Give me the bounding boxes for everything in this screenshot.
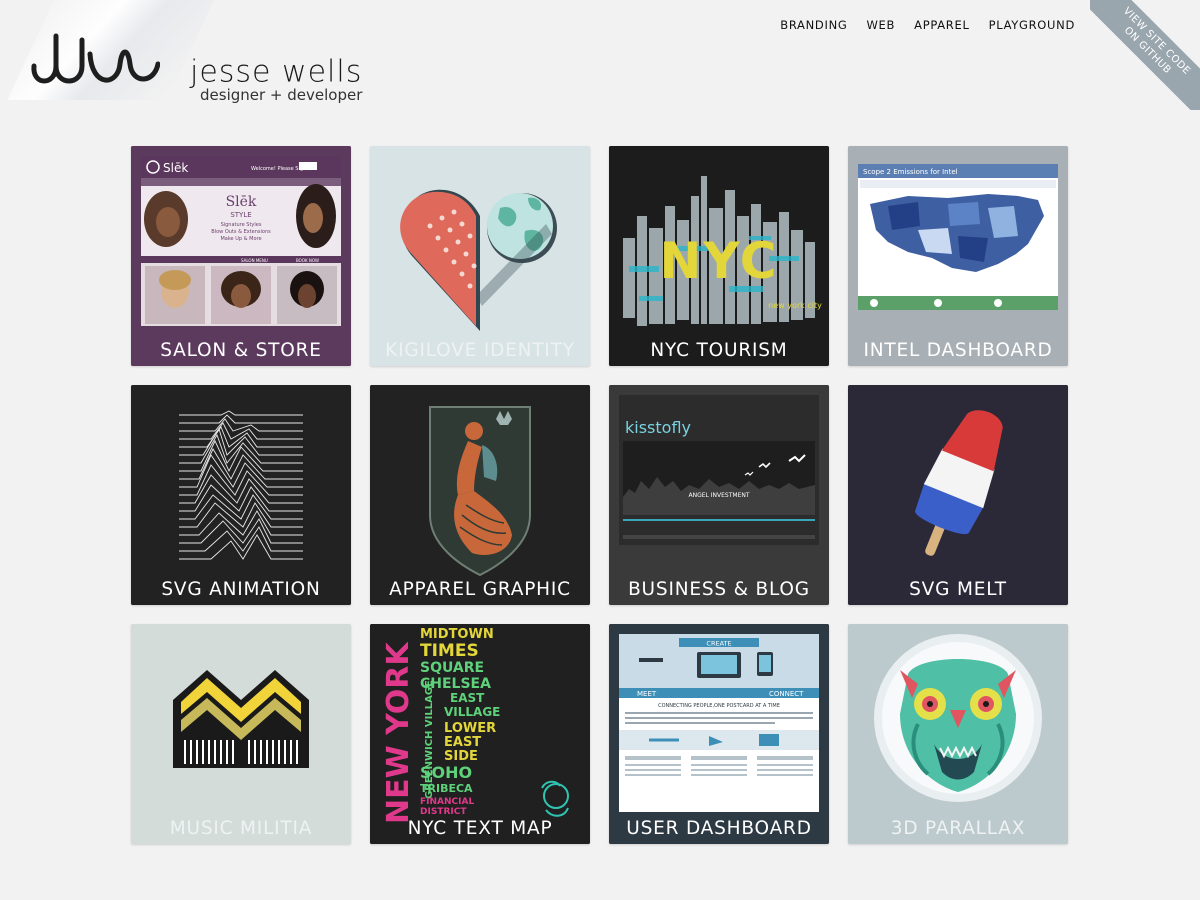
intel-thumbnail: Scope 2 Emissions for Intel [848, 146, 1068, 366]
tile-intel-dashboard[interactable]: Scope 2 Emissions for Intel INTEL DASHBO… [848, 146, 1068, 366]
github-ribbon-line2: ON GITHUB [1121, 24, 1174, 77]
tile-business-blog[interactable]: kisstofly ANGEL INVESTMENT BUSINESS & BL… [609, 385, 829, 605]
tile-apparel-graphic[interactable]: APPAREL GRAPHIC [370, 385, 590, 605]
tile-label: APPAREL GRAPHIC [389, 579, 571, 600]
svg-melt-thumbnail [848, 385, 1068, 605]
nav-link-apparel[interactable]: APPAREL [914, 18, 969, 32]
textmap-word-11: TRIBECA [420, 782, 473, 795]
main-nav: BRANDING WEB APPAREL PLAYGROUND [780, 18, 1075, 32]
tile-svg-melt[interactable]: SVG MELT [848, 385, 1068, 605]
tile-label: SVG MELT [909, 579, 1007, 600]
tile-label: SVG ANIMATION [161, 579, 321, 600]
tile-svg-animation[interactable]: SVG ANIMATION [131, 385, 351, 605]
nav-link-web[interactable]: WEB [866, 18, 895, 32]
salon-line-2: Blow Outs & Extensions [211, 229, 271, 235]
textmap-word-4: CHELSEA [420, 676, 491, 692]
salon-line-3: Make Up & More [220, 236, 261, 242]
nyc-thumbnail: NYC new york city [609, 146, 829, 366]
github-ribbon[interactable]: VIEW SITE CODE ON GITHUB [1090, 0, 1200, 110]
apparel-thumbnail [370, 385, 590, 605]
salon-thumbnail: Slēk Welcome! Please Sign In Slēk STYLE … [131, 146, 351, 366]
github-ribbon-banner[interactable]: VIEW SITE CODE ON GITHUB [1090, 0, 1200, 110]
textmap-word-5: EAST [450, 691, 485, 705]
music-militia-thumbnail [131, 624, 351, 844]
brand-name: jesse wells [190, 54, 363, 90]
nav-link-branding[interactable]: BRANDING [780, 18, 847, 32]
textmap-word-2: TIMES [420, 641, 479, 661]
tile-kigilove-identity[interactable]: KIGILOVE IDENTITY [370, 146, 590, 366]
salon-style-title: Slēk [226, 194, 257, 210]
tile-label: SALON & STORE [160, 340, 322, 361]
logo-mark-icon [31, 33, 160, 84]
dashboard-headline: CONNECTING PEOPLE,ONE POSTCARD AT A TIME [658, 703, 780, 709]
dashboard-create: CREATE [706, 640, 731, 648]
tile-label: KIGILOVE IDENTITY [385, 340, 575, 361]
tile-salon-store[interactable]: Slēk Welcome! Please Sign In Slēk STYLE … [131, 146, 351, 366]
user-dashboard-thumbnail: CREATE MEET CONNECT CONNECTING PEOPLE,ON… [609, 624, 829, 844]
salon-line-1: Signature Styles [221, 222, 262, 228]
tile-music-militia[interactable]: MUSIC MILITIA [131, 624, 351, 844]
site-logo[interactable]: jesse wells designer + developer [30, 28, 363, 108]
textmap-word-7: LOWER [444, 721, 496, 736]
tile-label: NYC TEXT MAP [407, 818, 553, 839]
blog-logo-text: kisstofly [625, 418, 691, 437]
nav-link-playground[interactable]: PLAYGROUND [989, 18, 1075, 32]
nyc-sub: new york city [768, 301, 822, 310]
intel-title: Scope 2 Emissions for Intel [863, 168, 958, 176]
salon-logo-text: Slēk [163, 161, 188, 175]
textmap-word-12: FINANCIAL [420, 797, 474, 807]
textmap-word-6: VILLAGE [444, 705, 500, 719]
textmap-word-3: SQUARE [420, 660, 484, 676]
tile-label: MUSIC MILITIA [169, 818, 313, 839]
textmap-word-8: EAST [444, 735, 481, 750]
tile-label: 3D PARALLAX [890, 818, 1026, 839]
blog-banner-text: ANGEL INVESTMENT [688, 492, 749, 499]
nyc-text-map-thumbnail: NEW YORK GREENWICH VILLAGE MIDTOWN TIMES… [370, 624, 590, 844]
tile-label: NYC TOURISM [650, 340, 788, 361]
parallax-thumbnail [848, 624, 1068, 844]
nyc-word: NYC [660, 232, 779, 290]
tile-label: USER DASHBOARD [626, 818, 812, 839]
business-blog-thumbnail: kisstofly ANGEL INVESTMENT [609, 385, 829, 605]
textmap-word-9: SIDE [444, 749, 478, 764]
tile-label: INTEL DASHBOARD [863, 340, 1053, 361]
tile-nyc-tourism[interactable]: NYC new york city NYC TOURISM [609, 146, 829, 366]
svg-animation-thumbnail [131, 385, 351, 605]
kigilove-thumbnail [370, 146, 590, 366]
salon-menu-text: SALON MENU [241, 258, 268, 263]
textmap-word-1: MIDTOWN [420, 627, 494, 642]
salon-book-text: BOOK NOW [296, 258, 319, 263]
tile-3d-parallax[interactable]: 3D PARALLAX [848, 624, 1068, 844]
textmap-vertical: NEW YORK [381, 641, 416, 824]
dashboard-connect: CONNECT [769, 690, 804, 698]
tile-nyc-text-map[interactable]: NEW YORK GREENWICH VILLAGE MIDTOWN TIMES… [370, 624, 590, 844]
dashboard-meet: MEET [637, 690, 657, 698]
brand-tagline: designer + developer [200, 86, 363, 104]
tile-user-dashboard[interactable]: CREATE MEET CONNECT CONNECTING PEOPLE,ON… [609, 624, 829, 844]
textmap-word-13: DISTRICT [420, 807, 467, 817]
portfolio-grid: Slēk Welcome! Please Sign In Slēk STYLE … [131, 146, 1068, 844]
textmap-word-10: SOHO [420, 763, 472, 782]
salon-style-sub: STYLE [230, 211, 251, 219]
tile-label: BUSINESS & BLOG [628, 579, 810, 600]
